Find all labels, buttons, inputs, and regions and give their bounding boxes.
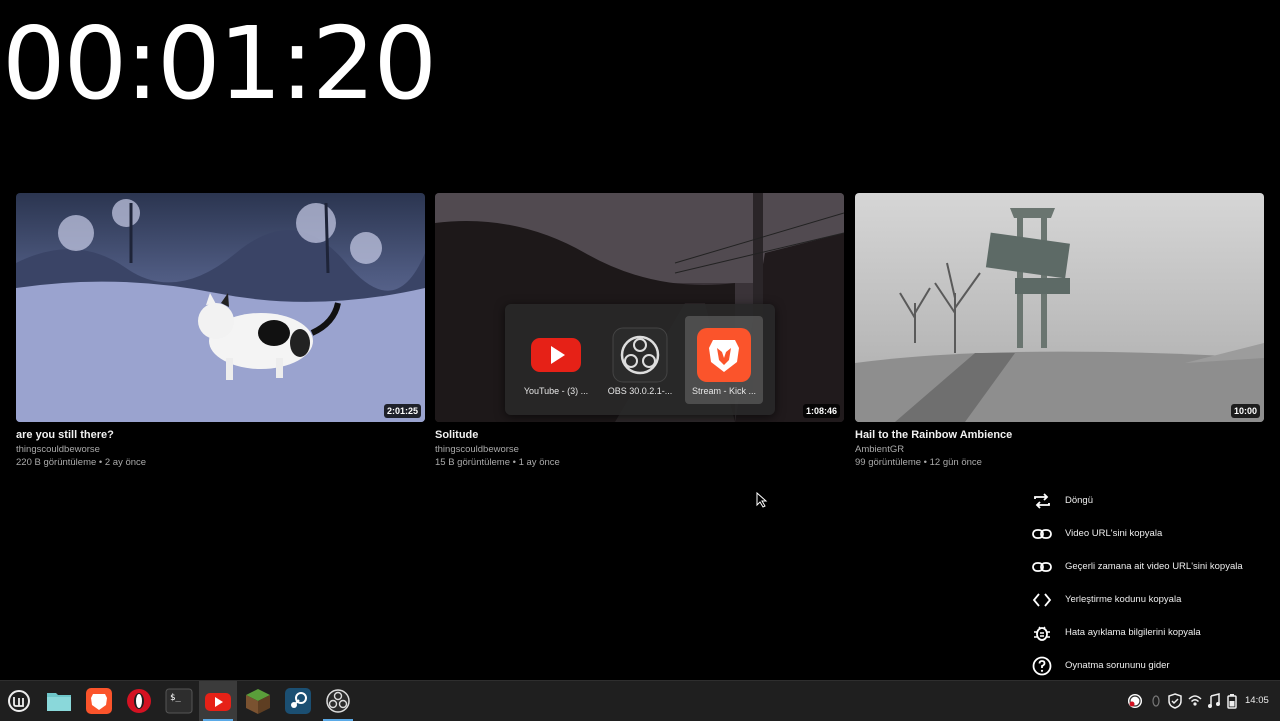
video-thumbnail[interactable]: 10:00 — [855, 193, 1264, 422]
video-meta: 15 B görüntüleme • 1 ay önce — [435, 457, 560, 468]
menu-item-copy-url[interactable]: Video URL'sini kopyala — [1022, 518, 1280, 551]
menu-item-label: Oynatma sorununu gider — [1065, 660, 1170, 671]
bug-icon — [1034, 626, 1050, 641]
brave-icon — [86, 688, 112, 714]
mint-menu-icon — [8, 690, 30, 712]
shield-icon[interactable] — [1168, 693, 1182, 709]
taskbar-opera[interactable] — [120, 681, 158, 721]
taskbar-terminal[interactable]: $_ — [160, 681, 198, 721]
menu-item-copy-embed[interactable]: Yerleştirme kodunu kopyala — [1022, 584, 1280, 617]
app-switcher: YouTube - (3) ... OBS 30.0.2.1-... Strea… — [505, 304, 775, 415]
clock[interactable]: 14:05 — [1245, 695, 1269, 706]
menu-item-label: Geçerli zamana ait video URL'sini kopyal… — [1065, 561, 1243, 572]
video-channel[interactable]: thingscouldbeworse — [16, 444, 425, 455]
status-dot-icon — [1152, 695, 1160, 707]
obs-icon — [326, 689, 350, 713]
switcher-item-label: OBS 30.0.2.1-... — [607, 386, 673, 396]
menu-item-label: Video URL'sini kopyala — [1065, 528, 1163, 539]
menu-item-troubleshoot[interactable]: Oynatma sorununu gider — [1022, 650, 1280, 683]
terminal-icon: $_ — [165, 688, 193, 714]
video-thumbnail[interactable]: 2:01:25 — [16, 193, 425, 422]
taskbar-obs[interactable] — [319, 681, 357, 721]
link-icon — [1032, 529, 1052, 539]
loop-icon — [1034, 493, 1050, 509]
link-icon — [1032, 562, 1052, 572]
steam-icon — [285, 688, 311, 714]
video-title[interactable]: Hail to the Rainbow Ambience — [855, 429, 1264, 441]
video-channel[interactable]: thingscouldbeworse — [435, 444, 844, 455]
obs-tray-icon[interactable] — [1127, 693, 1143, 709]
taskbar-brave[interactable] — [80, 681, 118, 721]
minecraft-icon — [246, 689, 270, 714]
video-channel[interactable]: AmbientGR — [855, 444, 1264, 455]
mouse-cursor-icon — [756, 492, 768, 508]
switcher-item-obs[interactable]: OBS 30.0.2.1-... — [601, 316, 679, 404]
code-icon — [1032, 593, 1052, 607]
help-icon — [1032, 656, 1052, 676]
switcher-item-label: Stream - Kick ... — [691, 386, 756, 396]
obs-icon — [609, 324, 671, 386]
menu-item-label: Yerleştirme kodunu kopyala — [1065, 594, 1182, 605]
files-icon — [47, 693, 71, 711]
taskbar-minecraft[interactable] — [239, 681, 277, 721]
mint-menu-button[interactable] — [0, 681, 38, 721]
taskbar: $_ 14:05 — [0, 680, 1280, 721]
switcher-item-youtube[interactable]: YouTube - (3) ... — [517, 316, 595, 404]
menu-item-label: Hata ayıklama bilgilerini kopyala — [1065, 627, 1201, 638]
taskbar-steam[interactable] — [279, 681, 317, 721]
brave-icon — [693, 324, 755, 386]
switcher-item-brave[interactable]: Stream - Kick ... — [685, 316, 763, 404]
taskbar-youtube[interactable] — [199, 681, 237, 721]
menu-item-copy-debug[interactable]: Hata ayıklama bilgilerini kopyala — [1022, 617, 1280, 650]
battery-icon[interactable] — [1226, 693, 1238, 709]
video-card[interactable]: 2:01:25 are you still there? thingscould… — [16, 193, 425, 468]
menu-item-copy-url-at-time[interactable]: Geçerli zamana ait video URL'sini kopyal… — [1022, 551, 1280, 584]
video-duration: 1:08:46 — [802, 404, 840, 418]
video-duration: 2:01:25 — [383, 404, 421, 418]
video-title[interactable]: Solitude — [435, 429, 844, 441]
video-title[interactable]: are you still there? — [16, 429, 425, 441]
youtube-icon — [205, 693, 231, 711]
music-icon[interactable] — [1207, 693, 1221, 709]
video-card[interactable]: 10:00 Hail to the Rainbow Ambience Ambie… — [855, 193, 1264, 468]
opera-icon — [127, 689, 151, 713]
wifi-icon[interactable] — [1188, 693, 1202, 709]
video-duration: 10:00 — [1230, 404, 1260, 418]
youtube-icon — [525, 324, 587, 386]
player-context-menu: Döngü Video URL'sini kopyala Geçerli zam… — [1022, 485, 1280, 683]
switcher-item-label: YouTube - (3) ... — [523, 386, 589, 396]
menu-item-label: Döngü — [1065, 495, 1093, 506]
svg-text:$_: $_ — [170, 693, 181, 703]
elapsed-timer: 00:01:20 — [2, 5, 437, 122]
video-meta: 99 görüntüleme • 12 gün önce — [855, 457, 982, 468]
menu-item-loop[interactable]: Döngü — [1022, 485, 1280, 518]
taskbar-files[interactable] — [40, 681, 78, 721]
video-meta: 220 B görüntüleme • 2 ay önce — [16, 457, 147, 468]
